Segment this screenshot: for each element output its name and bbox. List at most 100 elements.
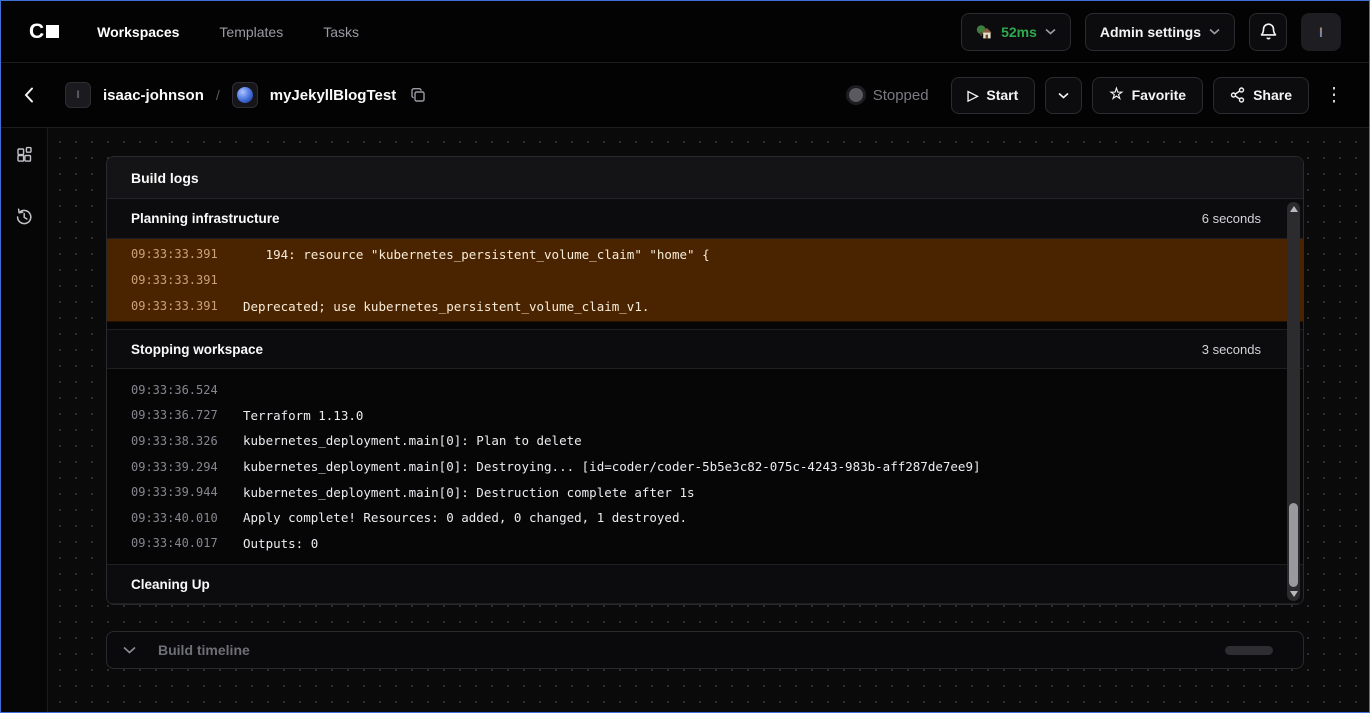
admin-settings-button[interactable]: Admin settings — [1085, 13, 1235, 51]
owner-avatar: I — [65, 82, 91, 108]
logo-square-mark — [46, 25, 59, 38]
breadcrumb-separator: / — [216, 87, 220, 103]
log-timestamp: 09:33:33.391 — [131, 247, 243, 261]
log-gap — [107, 322, 1303, 329]
build-timeline-panel[interactable]: Build timeline — [106, 631, 1304, 669]
log-timestamp: 09:33:36.727 — [131, 408, 243, 422]
timeline-skeleton — [1225, 646, 1273, 655]
log-row: 09:33:40.010Apply complete! Resources: 0… — [107, 505, 1303, 531]
copy-workspace-name-button[interactable] — [408, 85, 428, 105]
log-row: 09:33:33.391 194: resource "kubernetes_p… — [107, 241, 1303, 267]
logo-letter: C — [29, 20, 43, 44]
user-avatar[interactable]: I — [1301, 13, 1341, 51]
status-dot-icon — [849, 88, 863, 102]
log-timestamp: 09:33:33.391 — [131, 299, 243, 313]
log-text: Apply complete! Resources: 0 added, 0 ch… — [243, 510, 687, 525]
breadcrumb-owner[interactable]: isaac-johnson — [103, 87, 204, 104]
top-navbar: C Workspaces Templates Tasks 52ms — [1, 1, 1369, 63]
log-section-name: Cleaning Up — [131, 577, 210, 592]
workspace-header-bar: I isaac-johnson / myJekyllBlogTest Stopp… — [1, 63, 1369, 128]
build-timeline-label: Build timeline — [158, 642, 250, 658]
log-lines: 09:33:36.524 09:33:36.727Terraform 1.13.0… — [107, 369, 1303, 564]
log-section-duration: 3 seconds — [1202, 342, 1279, 357]
log-text: kubernetes_deployment.main[0]: Plan to d… — [243, 433, 582, 448]
start-button-label: Start — [986, 87, 1018, 103]
chevron-down-icon — [1058, 92, 1069, 99]
scrollbar-thumb[interactable] — [1289, 503, 1298, 587]
history-clock-icon — [14, 207, 34, 227]
log-row: 09:33:40.017Outputs: 0 — [107, 531, 1303, 557]
share-button[interactable]: Share — [1213, 77, 1309, 114]
workspace-avatar-dot — [237, 87, 253, 103]
copy-icon — [410, 87, 426, 103]
build-logs-header: Build logs — [107, 157, 1303, 199]
nav-templates[interactable]: Templates — [219, 24, 283, 40]
start-button[interactable]: ▷ Start — [951, 77, 1036, 114]
log-text: Outputs: 0 — [243, 536, 318, 551]
play-icon: ▷ — [968, 88, 979, 102]
share-button-label: Share — [1253, 87, 1292, 103]
favorite-button-label: Favorite — [1132, 87, 1186, 103]
resources-grid-icon — [15, 146, 34, 165]
workspace-avatar — [232, 82, 258, 108]
notifications-button[interactable] — [1249, 13, 1287, 51]
build-logs-title: Build logs — [131, 170, 199, 186]
admin-settings-label: Admin settings — [1100, 24, 1201, 40]
log-text: kubernetes_deployment.main[0]: Destructi… — [243, 485, 695, 500]
chevron-down-icon — [1209, 28, 1220, 35]
workspace-status: Stopped — [849, 87, 929, 104]
primary-nav: Workspaces Templates Tasks — [97, 24, 359, 40]
start-options-button[interactable] — [1045, 77, 1082, 114]
user-avatar-initial: I — [1319, 24, 1323, 40]
latency-button[interactable]: 52ms — [961, 13, 1071, 51]
log-timestamp: 09:33:40.017 — [131, 536, 243, 550]
more-options-button[interactable]: ⋮ — [1319, 77, 1349, 114]
main-panel: Build logs Planning infrastructure6 seco… — [48, 128, 1369, 712]
sidebar-resources-button[interactable] — [7, 138, 41, 172]
log-section-header[interactable]: Cleaning Up — [107, 564, 1303, 604]
sidebar-history-button[interactable] — [7, 200, 41, 234]
breadcrumb-workspace: myJekyllBlogTest — [270, 87, 396, 104]
log-text: kubernetes_deployment.main[0]: Destroyin… — [243, 459, 981, 474]
build-logs-panel: Build logs Planning infrastructure6 seco… — [106, 156, 1304, 605]
log-timestamp: 09:33:33.391 — [131, 273, 243, 287]
log-timestamp: 09:33:39.294 — [131, 460, 243, 474]
scroll-up-arrow-icon[interactable] — [1290, 206, 1298, 212]
house-with-tree-icon — [976, 24, 993, 40]
coder-logo[interactable]: C — [29, 20, 59, 44]
log-section-name: Stopping workspace — [131, 342, 263, 357]
log-row: 09:33:39.294kubernetes_deployment.main[0… — [107, 454, 1303, 480]
log-row: 09:33:33.391 — [107, 267, 1303, 293]
log-row: 09:33:38.326kubernetes_deployment.main[0… — [107, 428, 1303, 454]
log-section-header[interactable]: Stopping workspace 3 seconds — [107, 329, 1303, 369]
log-row: 09:33:36.727Terraform 1.13.0 — [107, 403, 1303, 429]
favorite-button[interactable]: ☆ Favorite — [1092, 77, 1203, 114]
log-timestamp: 09:33:40.010 — [131, 511, 243, 525]
log-text: 194: resource "kubernetes_persistent_vol… — [243, 247, 710, 262]
chevron-left-icon — [24, 87, 34, 103]
app-window: { "colors": { "accent_green": "#31a94f",… — [0, 0, 1370, 713]
star-icon: ☆ — [1109, 87, 1123, 103]
log-lines: 09:33:33.391 194: resource "kubernetes_p… — [107, 239, 1303, 322]
back-button[interactable] — [15, 81, 43, 109]
content-area: Build logs Planning infrastructure6 seco… — [1, 128, 1369, 712]
build-log-sections: Planning infrastructure6 seconds09:33:33… — [107, 199, 1303, 604]
log-section-header[interactable]: Planning infrastructure6 seconds — [107, 199, 1303, 239]
log-text: Deprecated; use kubernetes_persistent_vo… — [243, 299, 649, 314]
latency-value: 52ms — [1001, 24, 1037, 40]
share-icon — [1230, 87, 1245, 103]
log-timestamp: 09:33:36.524 — [131, 383, 243, 397]
log-row: 09:33:33.391Deprecated; use kubernetes_p… — [107, 293, 1303, 319]
scroll-down-arrow-icon[interactable] — [1290, 591, 1298, 597]
bell-icon — [1259, 22, 1278, 42]
chevron-down-icon — [1045, 28, 1056, 35]
log-timestamp: 09:33:38.326 — [131, 434, 243, 448]
scrollbar[interactable] — [1287, 202, 1300, 601]
status-label: Stopped — [873, 87, 929, 104]
nav-tasks[interactable]: Tasks — [323, 24, 359, 40]
log-row: 09:33:36.524 — [107, 377, 1303, 403]
log-text: Terraform 1.13.0 — [243, 408, 363, 423]
nav-workspaces[interactable]: Workspaces — [97, 24, 179, 40]
log-row: 09:33:39.944kubernetes_deployment.main[0… — [107, 479, 1303, 505]
log-timestamp: 09:33:39.944 — [131, 485, 243, 499]
